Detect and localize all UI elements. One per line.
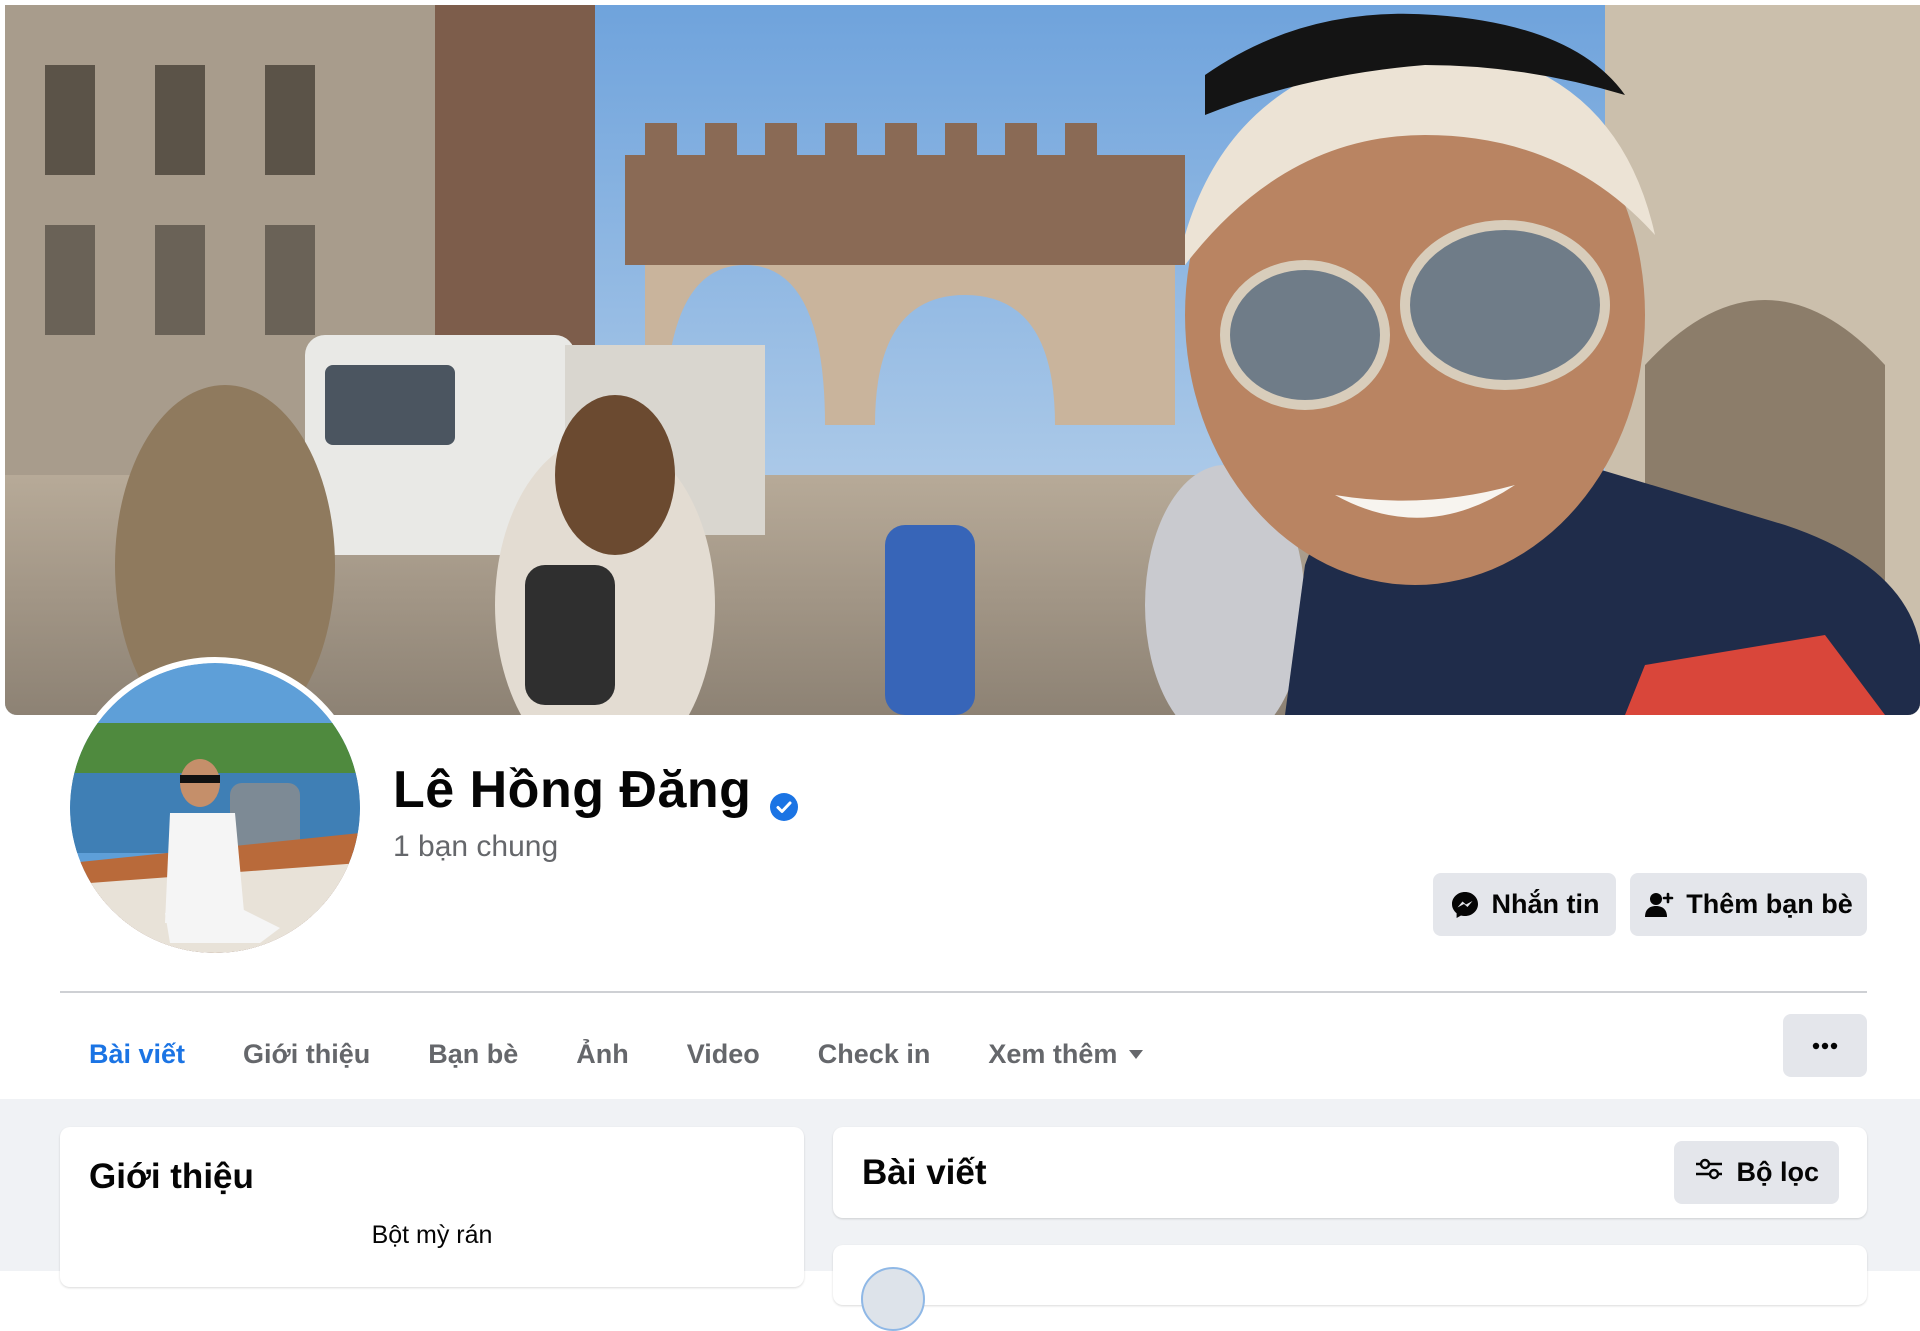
avatar[interactable]: [861, 1267, 925, 1331]
tab-label: Xem thêm: [988, 1038, 1118, 1069]
filter-button-label: Bộ lọc: [1736, 1157, 1819, 1187]
posts-header-card: Bài viết Bộ lọc: [833, 1127, 1867, 1218]
message-button-label: Nhắn tin: [1491, 889, 1600, 919]
mutual-friends-link[interactable]: 1 bạn chung: [393, 830, 558, 864]
tab-videos[interactable]: Video: [658, 1010, 789, 1098]
tab-label: Video: [686, 1038, 760, 1069]
intro-bio: Bột mỳ rán: [371, 1221, 493, 1249]
posts-title: Bài viết: [862, 1153, 987, 1192]
add-person-icon: [1644, 890, 1674, 920]
profile-avatar[interactable]: [64, 657, 366, 959]
profile-divider: [60, 991, 1867, 993]
tab-label: Giới thiệu: [243, 1038, 371, 1069]
tab-label: Check in: [817, 1038, 931, 1069]
add-friend-button-label: Thêm bạn bè: [1686, 889, 1853, 919]
more-options-button[interactable]: [1783, 1014, 1867, 1077]
profile-tabs: Bài viết Giới thiệu Bạn bè Ảnh Video Che…: [60, 1010, 1172, 1104]
cover-photo[interactable]: [5, 5, 1920, 715]
tab-label: Ảnh: [576, 1038, 629, 1069]
tab-more[interactable]: Xem thêm: [959, 1010, 1172, 1098]
caret-down-icon: [1129, 1049, 1144, 1059]
filter-button[interactable]: Bộ lọc: [1674, 1141, 1839, 1204]
messenger-icon: [1450, 890, 1480, 920]
tab-photos[interactable]: Ảnh: [547, 1010, 657, 1098]
verified-badge-icon: [769, 775, 799, 821]
profile-name: Lê Hồng Đăng: [393, 760, 799, 821]
tab-about[interactable]: Giới thiệu: [214, 1010, 399, 1098]
tab-check-ins[interactable]: Check in: [789, 1010, 960, 1098]
profile-name-text: Lê Hồng Đăng: [393, 761, 752, 819]
cover-photo-image: [5, 5, 1920, 715]
sliders-icon: [1694, 1156, 1724, 1189]
intro-card: Giới thiệu Bột mỳ rán: [60, 1127, 804, 1287]
tab-label: Bài viết: [89, 1038, 186, 1069]
tab-posts[interactable]: Bài viết: [60, 1010, 215, 1104]
message-button[interactable]: Nhắn tin: [1433, 873, 1616, 936]
tab-friends[interactable]: Bạn bè: [399, 1010, 547, 1098]
post-card: [833, 1245, 1867, 1331]
tab-label: Bạn bè: [428, 1038, 519, 1069]
add-friend-button[interactable]: Thêm bạn bè: [1630, 873, 1867, 936]
intro-title: Giới thiệu: [89, 1157, 254, 1196]
profile-picture-image: [70, 663, 360, 953]
more-horizontal-icon: [1812, 1037, 1838, 1055]
